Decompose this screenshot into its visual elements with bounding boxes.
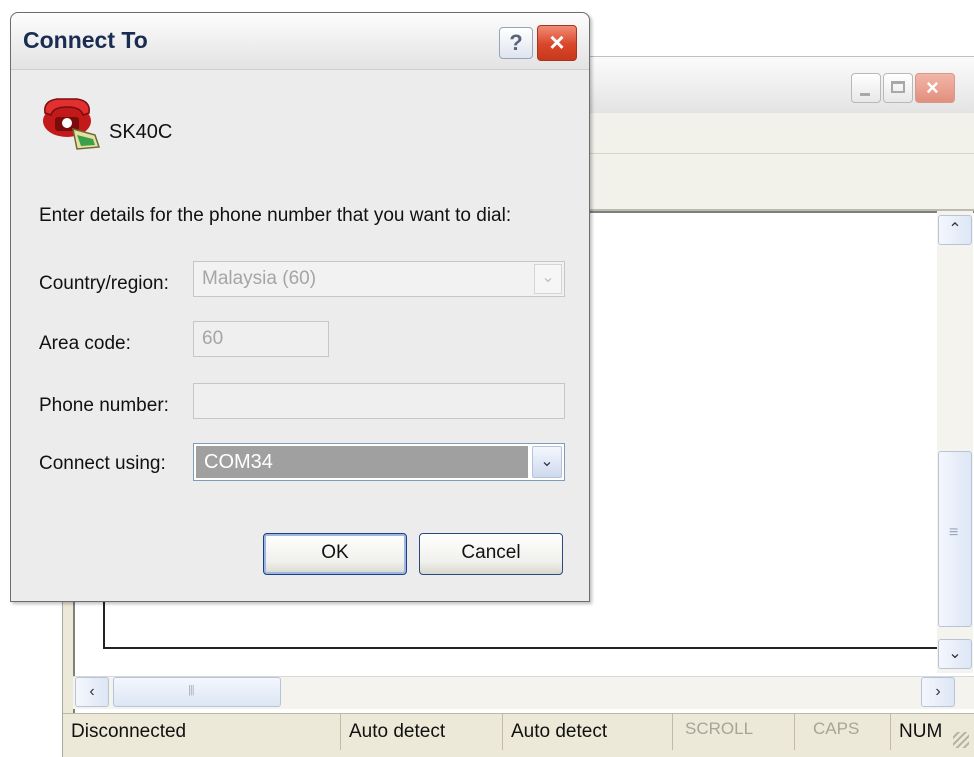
country-label: Country/region: bbox=[39, 273, 169, 294]
status-num: NUM bbox=[899, 721, 943, 742]
minimize-button[interactable] bbox=[851, 73, 881, 103]
status-detect-1: Auto detect bbox=[341, 714, 503, 750]
arrow-right-icon[interactable]: › bbox=[921, 677, 955, 707]
connect-to-dialog: Connect To ? × SK40C Enter details for t… bbox=[10, 12, 590, 602]
status-caps: CAPS bbox=[795, 714, 891, 750]
arrow-down-icon[interactable]: ⌄ bbox=[938, 639, 972, 669]
close-icon: × bbox=[926, 75, 939, 100]
phone-number-field bbox=[193, 383, 565, 419]
chevron-down-icon[interactable]: ⌄ bbox=[532, 446, 562, 478]
country-value: Malaysia (60) bbox=[202, 268, 317, 289]
status-detect-2: Auto detect bbox=[503, 714, 673, 750]
area-code-label: Area code: bbox=[39, 333, 131, 354]
ok-button[interactable]: OK bbox=[263, 533, 407, 575]
dialog-prompt: Enter details for the phone number that … bbox=[39, 205, 512, 226]
status-connection: Disconnected bbox=[63, 714, 341, 750]
connection-name: SK40C bbox=[109, 121, 173, 143]
window-close-button[interactable]: × bbox=[915, 73, 955, 103]
phone-number-label: Phone number: bbox=[39, 395, 169, 416]
arrow-up-icon[interactable]: ⌃ bbox=[938, 215, 972, 245]
resize-grip[interactable] bbox=[953, 732, 969, 748]
horizontal-scroll-thumb[interactable] bbox=[113, 677, 281, 707]
vertical-scroll-thumb[interactable] bbox=[938, 451, 972, 627]
connect-using-value: COM34 bbox=[196, 446, 528, 478]
connect-using-label: Connect using: bbox=[39, 453, 166, 474]
connect-using-select[interactable]: COM34 ⌄ bbox=[193, 443, 565, 481]
cancel-button[interactable]: Cancel bbox=[419, 533, 563, 575]
dialog-title: Connect To bbox=[23, 27, 148, 53]
help-button[interactable]: ? bbox=[499, 27, 533, 59]
status-scroll: SCROLL bbox=[673, 714, 795, 750]
status-bar: Disconnected Auto detect Auto detect SCR… bbox=[63, 713, 974, 750]
arrow-left-icon[interactable]: ‹ bbox=[75, 677, 109, 707]
country-select: Malaysia (60) ⌄ bbox=[193, 261, 565, 297]
maximize-button[interactable] bbox=[883, 73, 913, 103]
vertical-scrollbar[interactable]: ⌃ ⌄ bbox=[937, 211, 973, 673]
area-code-field: 60 bbox=[193, 321, 329, 357]
dialog-close-button[interactable]: × bbox=[537, 25, 577, 61]
dialog-titlebar: Connect To ? × bbox=[11, 13, 589, 70]
chevron-down-icon: ⌄ bbox=[534, 264, 562, 294]
horizontal-scrollbar[interactable]: ‹ › bbox=[73, 676, 974, 709]
telephone-icon bbox=[43, 98, 101, 150]
